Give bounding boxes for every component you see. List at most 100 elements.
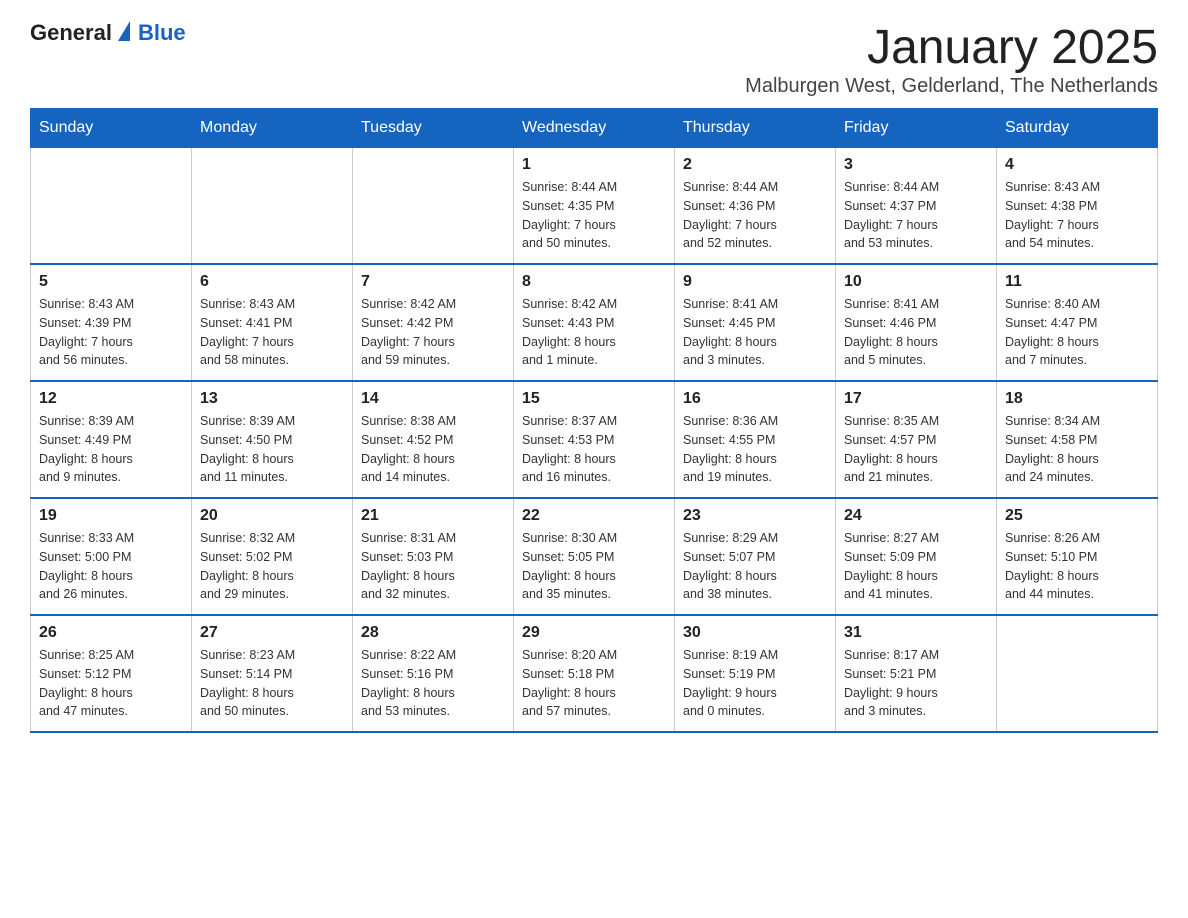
table-row: 24Sunrise: 8:27 AM Sunset: 5:09 PM Dayli… [836, 498, 997, 615]
day-number: 19 [39, 507, 183, 525]
day-number: 16 [683, 390, 827, 408]
day-info: Sunrise: 8:43 AM Sunset: 4:41 PM Dayligh… [200, 295, 344, 370]
day-info: Sunrise: 8:44 AM Sunset: 4:36 PM Dayligh… [683, 178, 827, 253]
day-number: 13 [200, 390, 344, 408]
table-row: 18 Sunrise: 8:34 AM Sunset: 4:58 PM Dayli… [997, 381, 1158, 498]
table-row: 28 Sunrise: 8:22 AM Sunset: 5:16 PM Dayli… [353, 615, 514, 732]
table-row: 31 Sunrise: 8:17 AM Sunset: 5:21 PM Dayli… [836, 615, 997, 732]
day-number: 9 [683, 273, 827, 291]
day-info: Sunrise: 8:38 AM Sunset: 4:52 PM Dayligh… [361, 412, 505, 487]
day-info: Sunrise: 8:29 AM Sunset: 5:07 PM Dayligh… [683, 529, 827, 604]
day-info: Sunrise: 8:25 AM Sunset: 5:12 PM Dayligh… [39, 646, 183, 721]
table-row: 1 Sunrise: 8:44 AM Sunset: 4:35 PM Daylig… [514, 148, 675, 265]
day-number: 22 [522, 507, 666, 525]
table-row: 21Sunrise: 8:31 AM Sunset: 5:03 PM Dayli… [353, 498, 514, 615]
table-row: 10 Sunrise: 8:41 AM Sunset: 4:46 PM Dayli… [836, 264, 997, 381]
table-row: 29 Sunrise: 8:20 AM Sunset: 5:18 PM Dayli… [514, 615, 675, 732]
table-row [31, 148, 192, 265]
day-number: 1 [522, 156, 666, 174]
day-number: 28 [361, 624, 505, 642]
calendar-table: Sunday Monday Tuesday Wednesday Thursday… [30, 108, 1158, 733]
table-row: 12Sunrise: 8:39 AM Sunset: 4:49 PM Dayli… [31, 381, 192, 498]
day-number: 15 [522, 390, 666, 408]
month-title: January 2025 [745, 20, 1158, 75]
table-row [997, 615, 1158, 732]
table-row [192, 148, 353, 265]
table-row: 2 Sunrise: 8:44 AM Sunset: 4:36 PM Daylig… [675, 148, 836, 265]
day-info: Sunrise: 8:34 AM Sunset: 4:58 PM Dayligh… [1005, 412, 1149, 487]
table-row: 19 Sunrise: 8:33 AM Sunset: 5:00 PM Dayli… [31, 498, 192, 615]
logo-text-general: General [30, 20, 112, 46]
day-number: 5 [39, 273, 183, 291]
table-row: 23Sunrise: 8:29 AM Sunset: 5:07 PM Dayli… [675, 498, 836, 615]
day-info: Sunrise: 8:19 AM Sunset: 5:19 PM Dayligh… [683, 646, 827, 721]
day-number: 8 [522, 273, 666, 291]
day-number: 18 [1005, 390, 1149, 408]
table-row: 8 Sunrise: 8:42 AM Sunset: 4:43 PM Daylig… [514, 264, 675, 381]
table-row: 3 Sunrise: 8:44 AM Sunset: 4:37 PM Daylig… [836, 148, 997, 265]
day-info: Sunrise: 8:37 AM Sunset: 4:53 PM Dayligh… [522, 412, 666, 487]
day-number: 26 [39, 624, 183, 642]
day-info: Sunrise: 8:39 AM Sunset: 4:50 PM Dayligh… [200, 412, 344, 487]
day-number: 10 [844, 273, 988, 291]
day-info: Sunrise: 8:20 AM Sunset: 5:18 PM Dayligh… [522, 646, 666, 721]
calendar-week-row: 1 Sunrise: 8:44 AM Sunset: 4:35 PM Daylig… [31, 148, 1158, 265]
logo-text-blue: Blue [138, 20, 186, 46]
col-sunday: Sunday [31, 109, 192, 148]
day-info: Sunrise: 8:36 AM Sunset: 4:55 PM Dayligh… [683, 412, 827, 487]
table-row: 9 Sunrise: 8:41 AM Sunset: 4:45 PM Daylig… [675, 264, 836, 381]
day-number: 21 [361, 507, 505, 525]
day-number: 17 [844, 390, 988, 408]
table-row: 13 Sunrise: 8:39 AM Sunset: 4:50 PM Dayli… [192, 381, 353, 498]
day-info: Sunrise: 8:23 AM Sunset: 5:14 PM Dayligh… [200, 646, 344, 721]
day-number: 24 [844, 507, 988, 525]
day-info: Sunrise: 8:44 AM Sunset: 4:37 PM Dayligh… [844, 178, 988, 253]
table-row: 16 Sunrise: 8:36 AM Sunset: 4:55 PM Dayli… [675, 381, 836, 498]
day-info: Sunrise: 8:33 AM Sunset: 5:00 PM Dayligh… [39, 529, 183, 604]
day-number: 6 [200, 273, 344, 291]
day-info: Sunrise: 8:41 AM Sunset: 4:45 PM Dayligh… [683, 295, 827, 370]
table-row: 5 Sunrise: 8:43 AM Sunset: 4:39 PM Daylig… [31, 264, 192, 381]
day-info: Sunrise: 8:22 AM Sunset: 5:16 PM Dayligh… [361, 646, 505, 721]
page-header: General Blue January 2025 Malburgen West… [30, 20, 1158, 98]
calendar-week-row: 12Sunrise: 8:39 AM Sunset: 4:49 PM Dayli… [31, 381, 1158, 498]
table-row: 25 Sunrise: 8:26 AM Sunset: 5:10 PM Dayli… [997, 498, 1158, 615]
day-info: Sunrise: 8:26 AM Sunset: 5:10 PM Dayligh… [1005, 529, 1149, 604]
day-info: Sunrise: 8:35 AM Sunset: 4:57 PM Dayligh… [844, 412, 988, 487]
day-number: 29 [522, 624, 666, 642]
table-row: 6 Sunrise: 8:43 AM Sunset: 4:41 PM Daylig… [192, 264, 353, 381]
day-number: 2 [683, 156, 827, 174]
table-row: 27 Sunrise: 8:23 AM Sunset: 5:14 PM Dayli… [192, 615, 353, 732]
table-row: 11 Sunrise: 8:40 AM Sunset: 4:47 PM Dayli… [997, 264, 1158, 381]
day-info: Sunrise: 8:32 AM Sunset: 5:02 PM Dayligh… [200, 529, 344, 604]
day-info: Sunrise: 8:30 AM Sunset: 5:05 PM Dayligh… [522, 529, 666, 604]
day-info: Sunrise: 8:39 AM Sunset: 4:49 PM Dayligh… [39, 412, 183, 487]
table-row: 30Sunrise: 8:19 AM Sunset: 5:19 PM Dayli… [675, 615, 836, 732]
day-info: Sunrise: 8:43 AM Sunset: 4:39 PM Dayligh… [39, 295, 183, 370]
day-info: Sunrise: 8:42 AM Sunset: 4:43 PM Dayligh… [522, 295, 666, 370]
col-saturday: Saturday [997, 109, 1158, 148]
day-number: 20 [200, 507, 344, 525]
col-tuesday: Tuesday [353, 109, 514, 148]
day-number: 3 [844, 156, 988, 174]
table-row: 15 Sunrise: 8:37 AM Sunset: 4:53 PM Dayli… [514, 381, 675, 498]
day-number: 25 [1005, 507, 1149, 525]
calendar-week-row: 5 Sunrise: 8:43 AM Sunset: 4:39 PM Daylig… [31, 264, 1158, 381]
day-number: 31 [844, 624, 988, 642]
calendar-header-row: Sunday Monday Tuesday Wednesday Thursday… [31, 109, 1158, 148]
day-info: Sunrise: 8:17 AM Sunset: 5:21 PM Dayligh… [844, 646, 988, 721]
day-info: Sunrise: 8:41 AM Sunset: 4:46 PM Dayligh… [844, 295, 988, 370]
col-monday: Monday [192, 109, 353, 148]
col-friday: Friday [836, 109, 997, 148]
title-area: January 2025 Malburgen West, Gelderland,… [745, 20, 1158, 98]
day-number: 4 [1005, 156, 1149, 174]
day-number: 11 [1005, 273, 1149, 291]
table-row: 22 Sunrise: 8:30 AM Sunset: 5:05 PM Dayli… [514, 498, 675, 615]
day-info: Sunrise: 8:44 AM Sunset: 4:35 PM Dayligh… [522, 178, 666, 253]
day-number: 27 [200, 624, 344, 642]
table-row: 20 Sunrise: 8:32 AM Sunset: 5:02 PM Dayli… [192, 498, 353, 615]
table-row: 26 Sunrise: 8:25 AM Sunset: 5:12 PM Dayli… [31, 615, 192, 732]
day-info: Sunrise: 8:40 AM Sunset: 4:47 PM Dayligh… [1005, 295, 1149, 370]
calendar-week-row: 26 Sunrise: 8:25 AM Sunset: 5:12 PM Dayli… [31, 615, 1158, 732]
day-info: Sunrise: 8:42 AM Sunset: 4:42 PM Dayligh… [361, 295, 505, 370]
